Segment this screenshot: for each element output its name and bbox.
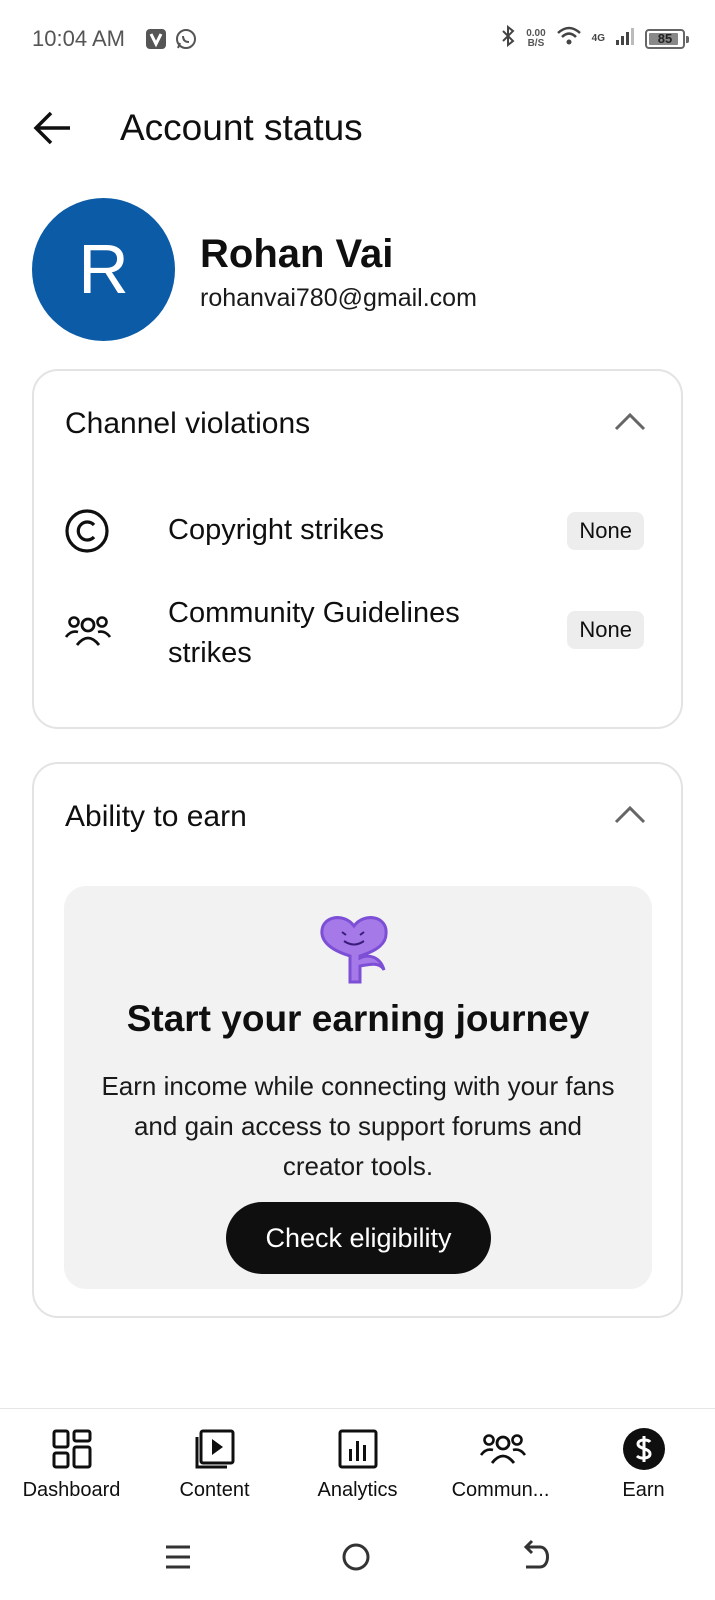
recent-apps-button[interactable] [158,1537,198,1577]
earn-icon [622,1427,666,1471]
nav-community-label: Commun... [451,1479,550,1501]
user-name: Rohan Vai [200,232,394,276]
copyright-strikes-label: Copyright strikes [168,514,384,546]
nav-content-label: Content [179,1479,250,1501]
nav-earn[interactable]: Earn [572,1409,715,1514]
community-icon [479,1427,526,1471]
community-strikes-label: Community Guidelines strikes [168,593,460,673]
avatar: R [32,198,175,341]
signal-icon [615,26,635,51]
network-type: 4G [591,33,605,44]
page-title: Account status [120,107,363,148]
collapse-earn-button[interactable] [613,802,647,826]
channel-violations-title: Channel violations [65,407,311,440]
nav-dashboard-label: Dashboard [22,1479,121,1501]
user-email: rohanvai780@gmail.com [200,284,477,312]
net-speed-value: 0.00 [526,27,546,39]
system-navigation [0,1515,715,1600]
dashboard-icon [50,1427,94,1471]
system-back-button[interactable] [516,1537,556,1577]
chevron-up-icon [614,805,646,824]
wifi-icon [556,25,582,52]
content-icon [193,1427,237,1471]
collapse-violations-button[interactable] [613,409,647,433]
community-strikes-label-line1: Community Guidelines [168,597,460,629]
back-button[interactable] [30,107,76,149]
earn-mascot-icon [314,908,394,993]
back-return-icon [523,1539,549,1569]
check-eligibility-button[interactable]: Check eligibility [226,1202,491,1274]
home-circle-icon [342,1543,370,1571]
ability-to-earn-title: Ability to earn [65,800,247,833]
status-time: 10:04 AM [32,26,125,51]
copyright-status-badge: None [567,512,644,550]
copyright-strikes-row: Copyright strikes None [64,506,654,556]
nav-dashboard[interactable]: Dashboard [0,1409,143,1514]
back-arrow-icon [33,111,70,145]
battery-icon: 85 [645,28,689,49]
vpn-icon [145,28,167,55]
channel-violations-card: Channel violations Copyright strikes Non… [32,369,683,729]
chevron-up-icon [614,412,646,431]
community-icon [64,611,112,656]
nav-analytics[interactable]: Analytics [286,1409,429,1514]
earning-promo: Start your earning journey Earn income w… [64,886,652,1289]
nav-content[interactable]: Content [143,1409,286,1514]
menu-icon [166,1545,190,1569]
whatsapp-icon [175,28,197,55]
community-strikes-label-line2: strikes [168,637,252,669]
bottom-navigation: Dashboard Content Analytics Commun... Ea… [0,1408,715,1514]
promo-title: Start your earning journey [126,998,590,1039]
ability-to-earn-card: Ability to earn Start your earning journ… [32,762,683,1318]
app-header: Account status [0,95,715,161]
community-status-badge: None [567,611,644,649]
copyright-icon [64,508,110,559]
net-speed: 0.00 B/S [526,27,546,49]
home-button[interactable] [336,1537,376,1577]
bluetooth-icon [500,24,516,53]
nav-earn-label: Earn [622,1479,665,1501]
nav-analytics-label: Analytics [317,1479,398,1501]
nav-community[interactable]: Commun... [429,1409,572,1514]
promo-body: Earn income while connecting with your f… [101,1071,615,1181]
net-speed-unit: B/S [527,37,545,49]
battery-level: 85 [657,30,673,46]
community-strikes-row: Community Guidelines strikes None [64,593,654,677]
status-bar: 10:04 AM 0.00 B/S 4G 85 [0,0,715,80]
analytics-icon [336,1427,380,1471]
